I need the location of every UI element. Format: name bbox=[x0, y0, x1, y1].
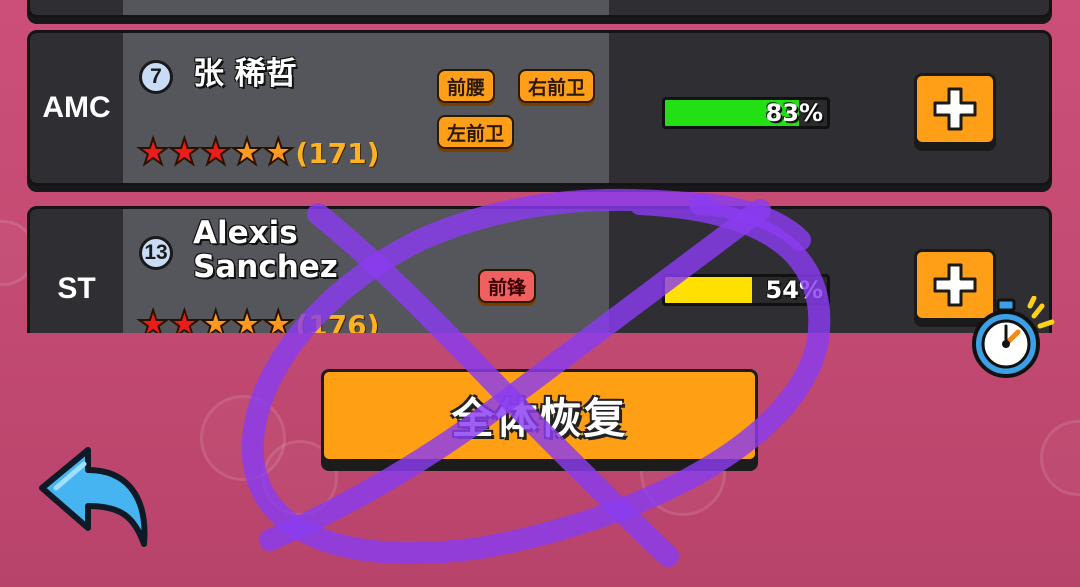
role-tag: 前锋 bbox=[478, 269, 537, 303]
rating-value: (176) bbox=[295, 308, 380, 334]
player-info-panel: 7 张 稀哲 ★ ★ ★ ★ ★ (171) 前腰 右前卫 左前卫 bbox=[123, 33, 609, 183]
add-stamina-button[interactable] bbox=[914, 73, 996, 145]
stopwatch-icon[interactable] bbox=[968, 296, 1058, 382]
stamina-bar: 83% bbox=[662, 97, 830, 129]
star-icon: ★ bbox=[261, 304, 295, 334]
star-icon: ★ bbox=[199, 132, 233, 173]
rating-value: (171) bbox=[295, 136, 380, 170]
player-row[interactable]: ST 13 Alexis Sanchez ★ ★ ★ ★ ★ (176) 前锋 … bbox=[27, 206, 1052, 333]
player-list[interactable]: AMC 7 张 稀哲 ★ ★ ★ ★ ★ (171) 前腰 右前卫 左前卫 83… bbox=[0, 0, 1080, 333]
star-icon: ★ bbox=[136, 304, 170, 334]
role-tag: 右前卫 bbox=[518, 69, 596, 103]
star-icon: ★ bbox=[230, 304, 264, 334]
role-tag: 前腰 bbox=[437, 69, 496, 103]
star-icon: ★ bbox=[136, 132, 170, 173]
player-position: AMC bbox=[42, 91, 111, 124]
player-name-first: Alexis bbox=[193, 215, 298, 251]
stamina-fill bbox=[665, 277, 753, 303]
plus-icon bbox=[933, 87, 977, 131]
star-rating: ★ ★ ★ ★ ★ (171) bbox=[136, 132, 380, 173]
player-position: ST bbox=[57, 272, 96, 305]
jersey-number-badge: 7 bbox=[139, 60, 173, 94]
stamina-percent: 83% bbox=[765, 99, 823, 127]
player-name-last: Sanchez bbox=[193, 249, 338, 285]
background-ball-decoration bbox=[1040, 420, 1080, 496]
player-info-panel bbox=[123, 0, 609, 15]
star-icon: ★ bbox=[199, 304, 233, 334]
jersey-number-badge: 13 bbox=[139, 236, 173, 270]
player-info-panel: 13 Alexis Sanchez ★ ★ ★ ★ ★ (176) 前锋 bbox=[123, 209, 609, 333]
star-rating: ★ ★ ★ ★ ★ (176) bbox=[136, 304, 380, 334]
player-row[interactable]: AMC 7 张 稀哲 ★ ★ ★ ★ ★ (171) 前腰 右前卫 左前卫 83… bbox=[27, 30, 1052, 186]
star-icon: ★ bbox=[167, 304, 201, 334]
star-icon: ★ bbox=[261, 132, 295, 173]
back-arrow-icon[interactable] bbox=[36, 444, 156, 554]
restore-all-button[interactable]: 全体恢复 bbox=[321, 369, 758, 462]
player-name: 张 稀哲 bbox=[193, 56, 297, 92]
star-icon: ★ bbox=[230, 132, 264, 173]
role-tag: 左前卫 bbox=[437, 115, 515, 149]
star-icon: ★ bbox=[167, 132, 201, 173]
stamina-bar: 54% bbox=[662, 274, 830, 306]
stamina-percent: 54% bbox=[765, 276, 823, 304]
player-row-partial[interactable] bbox=[27, 0, 1052, 18]
